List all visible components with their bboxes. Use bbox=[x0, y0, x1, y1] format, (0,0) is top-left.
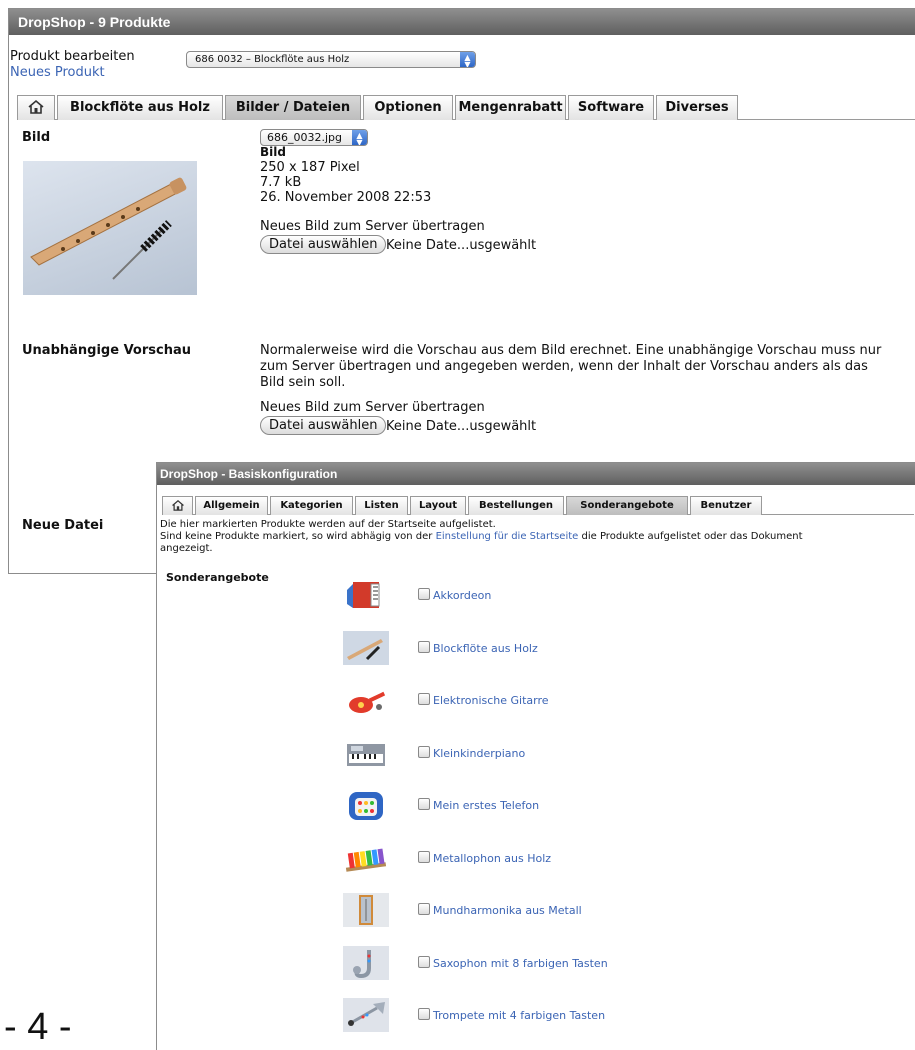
guitar-icon bbox=[343, 683, 389, 717]
edit-product-label: Produkt bearbeiten bbox=[10, 49, 135, 64]
window-title: DropShop - 9 Produkte bbox=[9, 9, 915, 35]
special-offer-checkbox[interactable] bbox=[418, 745, 430, 758]
special-offer-checkbox[interactable] bbox=[418, 798, 430, 810]
image-label: Bild bbox=[22, 130, 51, 145]
tab-orders[interactable]: Bestellungen bbox=[468, 496, 564, 515]
tab-options[interactable]: Optionen bbox=[363, 95, 453, 120]
product-image bbox=[23, 161, 197, 295]
special-offer-checkbox[interactable] bbox=[418, 588, 430, 600]
preview-upload-label: Neues Bild zum Server übertragen bbox=[260, 400, 485, 415]
preview-label: Unabhängige Vorschau bbox=[22, 343, 191, 358]
image-file-select[interactable]: 686_0032.jpg ▲ ▼ bbox=[260, 129, 368, 146]
preview-no-file-text: Keine Date...usgewählt bbox=[386, 419, 537, 434]
config-description-2-post: die Produkte aufgelistet oder das Dokume… bbox=[578, 531, 803, 542]
telephone-icon bbox=[343, 788, 389, 822]
tab-categories[interactable]: Kategorien bbox=[270, 496, 353, 515]
config-description-3: angezeigt. bbox=[160, 543, 213, 554]
tab-software[interactable]: Software bbox=[568, 95, 654, 120]
special-offer-label: Elektronische Gitarre bbox=[433, 694, 549, 707]
special-offer-checkbox[interactable] bbox=[418, 1008, 430, 1020]
product-select-value: 686 0032 – Blockflöte aus Holz bbox=[195, 54, 350, 65]
choose-image-file-button[interactable]: Datei auswählen bbox=[260, 235, 387, 254]
tab-quantity-discount[interactable]: Mengenrabatt bbox=[455, 95, 566, 120]
tab-product-name[interactable]: Blockflöte aus Holz bbox=[57, 95, 223, 120]
tab-misc[interactable]: Diverses bbox=[656, 95, 738, 120]
tab-layout[interactable]: Layout bbox=[410, 496, 466, 515]
home-icon bbox=[28, 99, 44, 114]
preview-description-2: zum Server übertragen und angegeben werd… bbox=[260, 359, 868, 374]
config-window: DropShop - Basiskonfiguration Allgemein … bbox=[156, 462, 915, 1050]
tab-lists[interactable]: Listen bbox=[355, 496, 408, 515]
special-offer-item[interactable]: Saxophon mit 8 farbigen Tasten bbox=[418, 955, 608, 970]
image-date: 26. November 2008 22:53 bbox=[260, 190, 432, 205]
piano-icon bbox=[343, 736, 389, 770]
chevron-updown-icon: ▲ ▼ bbox=[352, 130, 367, 145]
product-tabbar: Blockflöte aus Holz Bilder / Dateien Opt… bbox=[17, 95, 915, 120]
special-offer-item[interactable]: Elektronische Gitarre bbox=[418, 693, 549, 707]
metallophone-icon bbox=[343, 841, 389, 875]
special-offer-label: Trompete mit 4 farbigen Tasten bbox=[433, 1009, 606, 1022]
new-file-label: Neue Datei bbox=[22, 518, 104, 533]
image-dimensions: 250 x 187 Pixel bbox=[260, 160, 360, 175]
special-offer-label: Kleinkinderpiano bbox=[433, 746, 526, 760]
startpage-settings-link[interactable]: Einstellung für die Startseite bbox=[436, 531, 579, 542]
special-offer-checkbox[interactable] bbox=[418, 640, 430, 653]
special-offer-checkbox[interactable] bbox=[418, 693, 430, 705]
special-offer-item[interactable]: Akkordeon bbox=[418, 588, 491, 602]
recorder-image-icon bbox=[30, 177, 187, 280]
config-description-1: Die hier markierten Produkte werden auf … bbox=[160, 519, 496, 530]
special-offer-label: Mein erstes Telefon bbox=[433, 799, 540, 812]
image-size: 7.7 kB bbox=[260, 175, 302, 190]
special-offer-checkbox[interactable] bbox=[418, 955, 430, 968]
accordion-icon bbox=[343, 578, 389, 612]
tab-special-offers[interactable]: Sonderangebote bbox=[566, 496, 688, 515]
harmonica-icon bbox=[343, 893, 389, 927]
special-offer-item[interactable]: Trompete mit 4 farbigen Tasten bbox=[418, 1008, 605, 1022]
special-offer-label: Akkordeon bbox=[433, 589, 492, 602]
config-description-2: Sind keine Produkte markiert, so wird ab… bbox=[160, 531, 803, 542]
special-offer-label: Mundharmonika aus Metall bbox=[433, 904, 582, 917]
special-offer-label: Saxophon mit 8 farbigen Tasten bbox=[433, 956, 608, 970]
product-select[interactable]: 686 0032 – Blockflöte aus Holz ▲ ▼ bbox=[186, 51, 476, 68]
tab-images-files[interactable]: Bilder / Dateien bbox=[225, 95, 361, 120]
config-window-title: DropShop - Basiskonfiguration bbox=[157, 463, 915, 485]
config-description-2-pre: Sind keine Produkte markiert, so wird ab… bbox=[160, 531, 436, 542]
page-number: - 4 - bbox=[4, 1006, 72, 1048]
image-upload-label: Neues Bild zum Server übertragen bbox=[260, 219, 485, 234]
config-tabbar: Allgemein Kategorien Listen Layout Beste… bbox=[162, 496, 914, 515]
image-file-value: 686_0032.jpg bbox=[267, 131, 343, 144]
special-offer-checkbox[interactable] bbox=[418, 903, 430, 915]
special-offer-item[interactable]: Kleinkinderpiano bbox=[418, 745, 526, 760]
preview-description-3: Bild sein soll. bbox=[260, 375, 346, 390]
special-offer-item[interactable]: Mein erstes Telefon bbox=[418, 798, 539, 812]
special-offer-item[interactable]: Metallophon aus Holz bbox=[418, 850, 552, 865]
home-tab[interactable] bbox=[17, 95, 55, 120]
tab-users[interactable]: Benutzer bbox=[690, 496, 762, 515]
image-info-title: Bild bbox=[260, 145, 286, 159]
recorder-icon bbox=[343, 630, 389, 665]
image-no-file-text: Keine Date...usgewählt bbox=[386, 238, 537, 253]
config-home-tab[interactable] bbox=[162, 496, 193, 515]
saxophone-icon bbox=[343, 945, 389, 980]
choose-preview-file-button[interactable]: Datei auswählen bbox=[260, 416, 387, 435]
home-icon bbox=[171, 500, 184, 511]
chevron-updown-icon: ▲ ▼ bbox=[460, 52, 475, 67]
special-offer-item[interactable]: Blockflöte aus Holz bbox=[418, 640, 538, 655]
new-product-link[interactable]: Neues Produkt bbox=[10, 65, 105, 80]
special-offer-label: Metallophon aus Holz bbox=[433, 851, 552, 865]
special-offer-item[interactable]: Mundharmonika aus Metall bbox=[418, 903, 582, 917]
tab-general[interactable]: Allgemein bbox=[195, 496, 268, 515]
special-offer-label: Blockflöte aus Holz bbox=[433, 641, 538, 655]
special-offer-checkbox[interactable] bbox=[418, 850, 430, 863]
special-offers-label: Sonderangebote bbox=[166, 571, 269, 584]
trumpet-icon bbox=[343, 998, 389, 1032]
preview-description-1: Normalerweise wird die Vorschau aus dem … bbox=[260, 343, 882, 358]
